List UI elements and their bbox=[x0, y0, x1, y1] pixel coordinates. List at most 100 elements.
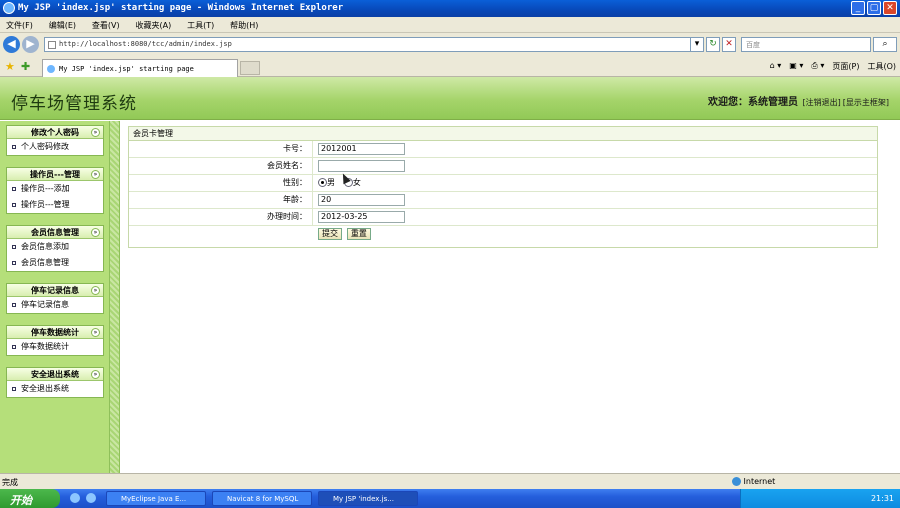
menu-view[interactable]: 查看(V) bbox=[86, 17, 127, 31]
form-row-issue-date: 办理时间： 2012-03-25 bbox=[129, 209, 877, 226]
collapse-icon[interactable]: » bbox=[91, 228, 100, 237]
collapse-icon[interactable]: » bbox=[91, 170, 100, 179]
search-input[interactable]: 百度 bbox=[741, 37, 871, 52]
age-label: 年龄： bbox=[129, 192, 313, 208]
system-title: 停车场管理系统 bbox=[11, 94, 137, 114]
menu-favorites[interactable]: 收藏夹(A) bbox=[129, 17, 178, 31]
group-title[interactable]: 修改个人密码» bbox=[7, 126, 103, 139]
sidebar-group-member: 会员信息管理» 会员信息添加 会员信息管理 bbox=[6, 225, 104, 272]
home-icon[interactable]: ⌂ ▾ bbox=[770, 61, 782, 72]
main-frame-link[interactable]: [显示主框架] bbox=[842, 98, 890, 107]
sidebar-item-operator-manage[interactable]: 操作员---管理 bbox=[7, 197, 103, 213]
gender-female-label: 女 bbox=[352, 178, 361, 187]
logout-link[interactable]: [注销退出] bbox=[802, 98, 842, 107]
page-menu[interactable]: 页面(P) bbox=[832, 61, 859, 72]
sidebar-item-operator-add[interactable]: 操作员---添加 bbox=[7, 181, 103, 197]
quick-launch bbox=[70, 493, 96, 503]
menu-help[interactable]: 帮助(H) bbox=[224, 17, 265, 31]
menu-edit[interactable]: 编辑(E) bbox=[43, 17, 83, 31]
security-zone: Internet bbox=[732, 477, 775, 486]
welcome-text: 欢迎您：系统管理员 bbox=[708, 97, 799, 108]
tab-current[interactable]: My JSP 'index.jsp' starting page bbox=[42, 59, 238, 77]
gender-male-label: 男 bbox=[327, 178, 335, 187]
collapse-icon[interactable]: » bbox=[91, 370, 100, 379]
add-favorite-icon[interactable]: ✚ bbox=[21, 60, 30, 73]
tools-menu[interactable]: 工具(O) bbox=[867, 61, 896, 72]
group-title[interactable]: 会员信息管理» bbox=[7, 226, 103, 239]
forward-arrow-icon[interactable]: ▶ bbox=[22, 36, 39, 53]
group-title[interactable]: 操作员---管理» bbox=[7, 168, 103, 181]
refresh-icon[interactable]: ↻ bbox=[706, 37, 720, 52]
tab-ie-icon bbox=[47, 65, 55, 73]
tab-label: My JSP 'index.jsp' starting page bbox=[59, 65, 194, 73]
menu-bar: 文件(F) 编辑(E) 查看(V) 收藏夹(A) 工具(T) 帮助(H) bbox=[0, 17, 900, 33]
back-arrow-icon[interactable]: ◀ bbox=[3, 36, 20, 53]
print-icon[interactable]: ⎙ ▾ bbox=[811, 61, 824, 72]
stop-icon[interactable]: ✕ bbox=[722, 37, 736, 52]
gender-male-radio[interactable] bbox=[318, 178, 327, 187]
bullet-icon bbox=[12, 303, 16, 307]
form-row-actions: 提交 重置 bbox=[129, 226, 877, 243]
sidebar-item-parking-records[interactable]: 停车记录信息 bbox=[7, 297, 103, 313]
url-text: http://localhost:8080/tcc/admin/index.js… bbox=[59, 40, 232, 48]
issue-date-input[interactable]: 2012-03-25 bbox=[318, 211, 405, 223]
group-title[interactable]: 停车记录信息» bbox=[7, 284, 103, 297]
sidebar-item-change-password[interactable]: 个人密码修改 bbox=[7, 139, 103, 155]
minimize-button[interactable]: _ bbox=[851, 1, 865, 15]
page-icon bbox=[48, 41, 56, 49]
url-field[interactable]: http://localhost:8080/tcc/admin/index.js… bbox=[44, 37, 702, 52]
sidebar-group-password: 修改个人密码» 个人密码修改 bbox=[6, 125, 104, 156]
group-title[interactable]: 停车数据统计» bbox=[7, 326, 103, 339]
close-button[interactable]: ✕ bbox=[883, 1, 897, 15]
ie-quicklaunch-icon[interactable] bbox=[86, 493, 96, 503]
page-viewport: 停车场管理系统 欢迎您：系统管理员 [注销退出] [显示主框架] 修改个人密码» … bbox=[0, 77, 900, 473]
maximize-button[interactable]: ▢ bbox=[867, 1, 881, 15]
task-navicat[interactable]: Navicat 8 for MySQL bbox=[212, 491, 312, 506]
bullet-icon bbox=[12, 387, 16, 391]
sidebar-group-statistics: 停车数据统计» 停车数据统计 bbox=[6, 325, 104, 356]
menu-file[interactable]: 文件(F) bbox=[0, 17, 40, 31]
clock: 21:31 bbox=[870, 494, 894, 503]
card-no-input[interactable]: 2012001 bbox=[318, 143, 405, 155]
collapse-icon[interactable]: » bbox=[91, 128, 100, 137]
search-icon[interactable]: ⌕ bbox=[873, 37, 897, 52]
url-dropdown-icon[interactable]: ▾ bbox=[690, 37, 704, 52]
task-ie[interactable]: My JSP 'index.js... bbox=[318, 491, 418, 506]
section-title: 会员卡管理 bbox=[129, 127, 877, 141]
collapse-icon[interactable]: » bbox=[91, 328, 100, 337]
bullet-icon bbox=[12, 245, 16, 249]
tab-bar: ★ ✚ My JSP 'index.jsp' starting page ⌂ ▾… bbox=[0, 57, 900, 77]
new-tab-button[interactable] bbox=[240, 61, 260, 75]
app-header: 停车场管理系统 欢迎您：系统管理员 [注销退出] [显示主框架] bbox=[0, 77, 900, 120]
form-row-card-no: 卡号： 2012001 bbox=[129, 141, 877, 158]
reset-button[interactable]: 重置 bbox=[346, 228, 371, 240]
system-tray: 21:31 bbox=[740, 489, 900, 508]
form-row-gender: 性别： 男 女 bbox=[129, 175, 877, 192]
frame-splitter[interactable] bbox=[110, 121, 120, 473]
form-row-member-name: 会员姓名： bbox=[129, 158, 877, 175]
sidebar-group-operator: 操作员---管理» 操作员---添加 操作员---管理 bbox=[6, 167, 104, 214]
collapse-icon[interactable]: » bbox=[91, 286, 100, 295]
sidebar-item-statistics[interactable]: 停车数据统计 bbox=[7, 339, 103, 355]
sidebar-item-member-add[interactable]: 会员信息添加 bbox=[7, 239, 103, 255]
sidebar-item-member-manage[interactable]: 会员信息管理 bbox=[7, 255, 103, 271]
form-row-age: 年龄： 20 bbox=[129, 192, 877, 209]
address-bar: ◀ ▶ http://localhost:8080/tcc/admin/inde… bbox=[0, 33, 900, 57]
gender-label: 性别： bbox=[129, 175, 313, 191]
task-myeclipse[interactable]: MyEclipse Java E... bbox=[106, 491, 206, 506]
favorites-star-icon[interactable]: ★ bbox=[5, 60, 15, 73]
window-title-bar: My JSP 'index.jsp' starting page - Windo… bbox=[0, 0, 900, 17]
submit-button[interactable]: 提交 bbox=[318, 228, 342, 240]
sidebar-group-parking-records: 停车记录信息» 停车记录信息 bbox=[6, 283, 104, 314]
menu-tools[interactable]: 工具(T) bbox=[181, 17, 221, 31]
sidebar-item-logout[interactable]: 安全退出系统 bbox=[7, 381, 103, 397]
group-title[interactable]: 安全退出系统» bbox=[7, 368, 103, 381]
issue-date-label: 办理时间： bbox=[129, 209, 313, 225]
show-desktop-icon[interactable] bbox=[70, 493, 80, 503]
feeds-icon[interactable]: ▣ ▾ bbox=[789, 61, 803, 72]
start-button[interactable]: 开始 bbox=[0, 489, 60, 508]
bullet-icon bbox=[12, 203, 16, 207]
globe-icon bbox=[732, 477, 741, 486]
member-name-input[interactable] bbox=[318, 160, 405, 172]
age-input[interactable]: 20 bbox=[318, 194, 405, 206]
